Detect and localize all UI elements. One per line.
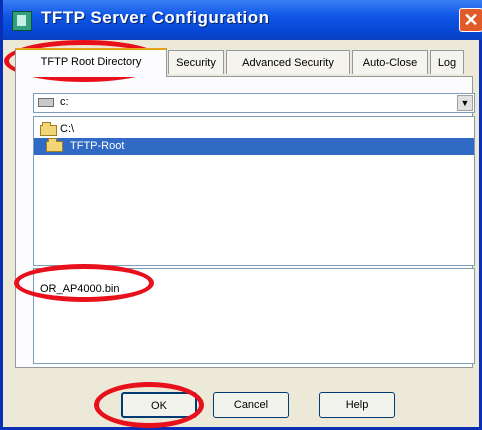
dropdown-arrow-icon[interactable]: ▼: [457, 95, 473, 111]
directory-item-selected[interactable]: TFTP-Root: [34, 138, 474, 155]
tab-tftp-root-directory[interactable]: TFTP Root Directory: [15, 48, 167, 77]
drive-select[interactable]: c: ▼: [33, 93, 475, 113]
tab-advanced-security[interactable]: Advanced Security: [226, 50, 350, 74]
drive-value: c:: [60, 96, 69, 108]
directory-list[interactable]: C:\ TFTP-Root: [33, 116, 475, 266]
directory-item[interactable]: C:\: [34, 121, 474, 138]
open-folder-icon: [46, 138, 63, 152]
file-list[interactable]: OR_AP4000.bin: [33, 268, 475, 364]
help-button[interactable]: Help: [319, 392, 395, 418]
drive-icon: [38, 98, 54, 107]
app-icon: [12, 11, 32, 31]
title-bar[interactable]: TFTP Server Configuration ✕: [3, 0, 482, 40]
tab-log[interactable]: Log: [430, 50, 464, 74]
file-item[interactable]: OR_AP4000.bin: [40, 283, 120, 295]
close-button[interactable]: ✕: [459, 8, 482, 32]
directory-label: C:\: [60, 123, 75, 135]
directory-label: TFTP-Root: [70, 140, 125, 152]
dialog-window: TFTP Server Configuration ✕ TFTP Root Di…: [0, 0, 482, 430]
window-title: TFTP Server Configuration: [41, 8, 270, 27]
tab-auto-close[interactable]: Auto-Close: [352, 50, 428, 74]
cancel-button[interactable]: Cancel: [213, 392, 289, 418]
tab-security[interactable]: Security: [168, 50, 224, 74]
open-folder-icon: [40, 122, 57, 136]
tab-strip: TFTP Root Directory Security Advanced Se…: [15, 48, 475, 77]
ok-button[interactable]: OK: [121, 392, 197, 418]
